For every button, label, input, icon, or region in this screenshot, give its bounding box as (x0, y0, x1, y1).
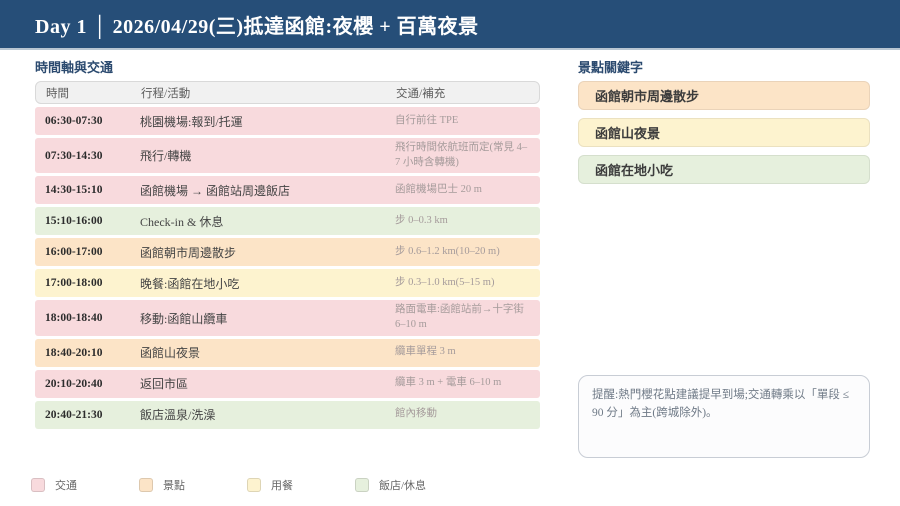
hotel-color-swatch (355, 478, 369, 492)
row-transport: 纜車單程 3 m (395, 346, 456, 358)
column-header-activity: 行程/活動 (141, 87, 191, 100)
table-row: 07:30-14:30 飛行/轉機 飛行時間依航班而定(常見 4–7 小時含轉機… (35, 138, 540, 174)
row-time: 18:00-18:40 (45, 312, 103, 325)
column-header-transport: 交通/補充 (396, 87, 446, 100)
row-activity: 晚餐:函館在地小吃 (140, 276, 240, 291)
legend-label: 飯店/休息 (379, 480, 427, 492)
row-transport: 館內移動 (395, 408, 437, 420)
table-row: 14:30-15:10 函館機場 → 函館站周邊飯店 函館機場巴士 20 m (35, 176, 540, 205)
legend-label: 景點 (163, 480, 185, 492)
reminder-text: 提醒:熱門櫻花點建議提早到場;交通轉乘以「單段 ≤ 90 分」為主(跨城除外)。 (592, 389, 850, 419)
row-activity: 桃園機場:報到/托運 (140, 114, 243, 129)
transport-color-swatch (31, 478, 45, 492)
legend: 交通 景點 用餐 飯店/休息 (31, 477, 426, 493)
row-time: 20:10-20:40 (45, 377, 103, 390)
timeline-table-header: 時間 行程/活動 交通/補充 (35, 81, 540, 104)
row-transport: 函館機場巴士 20 m (395, 184, 482, 196)
legend-item-transport: 交通 (31, 477, 77, 493)
table-row: 06:30-07:30 桃園機場:報到/托運 自行前往 TPE (35, 107, 540, 135)
keywords-section-title: 景點關鍵字 (578, 60, 644, 75)
day-title: Day 1 │ 2026/04/29(三)抵達函館:夜櫻 + 百萬夜景 (35, 15, 479, 38)
row-activity: 移動:函館山纜車 (140, 311, 228, 326)
legend-item-meal: 用餐 (247, 477, 293, 493)
keyword-label: 函館朝市周邊散步 (595, 89, 700, 104)
row-time: 17:00-18:00 (45, 277, 103, 290)
row-activity: 函館朝市周邊散步 (140, 245, 237, 260)
row-time: 16:00-17:00 (45, 246, 103, 259)
day-header-bar: Day 1 │ 2026/04/29(三)抵達函館:夜櫻 + 百萬夜景 (0, 0, 900, 50)
table-row: 20:40-21:30 飯店溫泉/洗澡 館內移動 (35, 400, 540, 429)
row-time: 14:30-15:10 (45, 184, 103, 197)
row-activity: 飯店溫泉/洗澡 (140, 408, 216, 423)
row-transport: 纜車 3 m + 電車 6–10 m (395, 377, 502, 389)
row-activity: 函館山夜景 (140, 346, 201, 361)
row-activity: 函館機場 → 函館站周邊飯店 (140, 183, 291, 198)
keyword-card: 函館朝市周邊散步 (578, 81, 870, 110)
keyword-label: 函館在地小吃 (595, 163, 674, 178)
row-transport: 步 0.3–1.0 km(5–15 m) (395, 277, 495, 289)
reminder-note: 提醒:熱門櫻花點建議提早到場;交通轉乘以「單段 ≤ 90 分」為主(跨城除外)。 (578, 375, 870, 458)
keyword-card: 函館山夜景 (578, 118, 870, 147)
row-time: 06:30-07:30 (45, 115, 103, 127)
row-transport: 步 0–0.3 km (395, 215, 448, 227)
legend-item-hotel: 飯店/休息 (355, 477, 426, 493)
table-row: 18:40-20:10 函館山夜景 纜車單程 3 m (35, 338, 540, 367)
meal-color-swatch (247, 478, 261, 492)
row-activity: 返回市區 (140, 377, 189, 392)
table-row: 15:10-16:00 Check-in & 休息 步 0–0.3 km (35, 207, 540, 236)
keywords-section: 景點關鍵字 函館朝市周邊散步 函館山夜景 函館在地小吃 (578, 57, 870, 192)
row-activity: Check-in & 休息 (140, 214, 224, 229)
row-time: 15:10-16:00 (45, 215, 103, 228)
row-transport: 自行前往 TPE (395, 114, 459, 126)
legend-label: 用餐 (271, 480, 293, 492)
row-activity: 飛行/轉機 (140, 149, 192, 164)
row-time: 18:40-20:10 (45, 346, 103, 359)
row-transport: 飛行時間依航班而定(常見 4–7 小時含轉機) (395, 142, 528, 168)
table-row: 17:00-18:00 晚餐:函館在地小吃 步 0.3–1.0 km(5–15 … (35, 269, 540, 298)
column-header-time: 時間 (46, 87, 69, 100)
timeline-section: 時間軸與交通 時間 行程/活動 交通/補充 06:30-07:30 桃園機場:報… (35, 57, 540, 429)
row-time: 20:40-21:30 (45, 408, 103, 421)
sight-color-swatch (139, 478, 153, 492)
row-transport: 路面電車:函館站前→十字街 6–10 m (395, 304, 524, 331)
timeline-section-title: 時間軸與交通 (35, 60, 114, 75)
keyword-label: 函館山夜景 (595, 126, 661, 141)
legend-item-sight: 景點 (139, 477, 185, 493)
timeline-rows: 06:30-07:30 桃園機場:報到/托運 自行前往 TPE 07:30-14… (35, 107, 540, 429)
legend-label: 交通 (55, 480, 77, 492)
table-row: 16:00-17:00 函館朝市周邊散步 步 0.6–1.2 km(10–20 … (35, 238, 540, 267)
table-row: 20:10-20:40 返回市區 纜車 3 m + 電車 6–10 m (35, 369, 540, 398)
row-transport: 步 0.6–1.2 km(10–20 m) (395, 246, 500, 258)
table-row: 18:00-18:40 移動:函館山纜車 路面電車:函館站前→十字街 6–10 … (35, 300, 540, 336)
row-time: 07:30-14:30 (45, 149, 103, 162)
keyword-card: 函館在地小吃 (578, 155, 870, 184)
